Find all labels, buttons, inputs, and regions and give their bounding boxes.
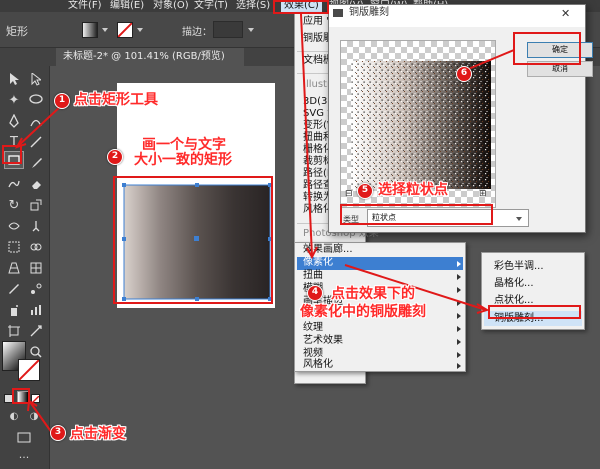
- step-badge-4: 4: [307, 285, 323, 301]
- step-badge-2: 2: [107, 149, 123, 165]
- step-badge-3: 3: [50, 425, 66, 441]
- step-badge-6: 6: [456, 66, 472, 82]
- arrow-to-pixelate: [300, 13, 313, 257]
- step-4-text-line1: 点击效果下的: [331, 286, 415, 302]
- step-3-text: 点击渐变: [70, 426, 126, 442]
- step-5-text: 选择粒状点: [378, 182, 448, 198]
- step-badge-5: 5: [357, 183, 373, 199]
- step-badge-1: 1: [54, 93, 70, 109]
- arrow-to-gradient: [29, 401, 53, 434]
- arrow-to-rectangle-tool: [17, 104, 63, 147]
- step-2-text-line2: 大小一致的矩形: [134, 152, 232, 168]
- step-1-text: 点击矩形工具: [74, 92, 158, 108]
- annotation-arrows: [14, 13, 515, 434]
- step-4-text-line2: 像素化中的铜版雕刻: [300, 304, 426, 320]
- arrow-to-ok: [465, 49, 515, 71]
